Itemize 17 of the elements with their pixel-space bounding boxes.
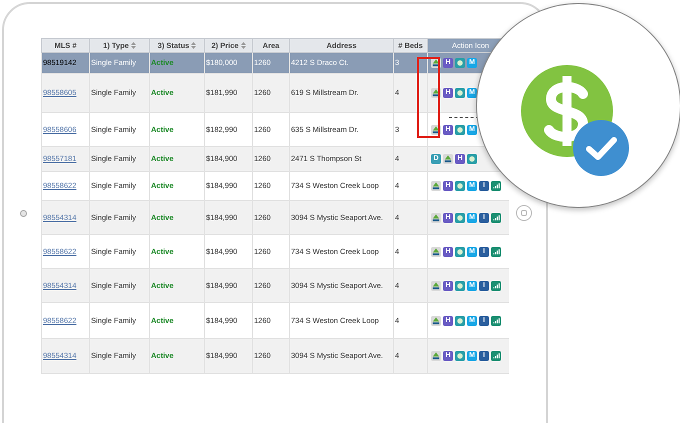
tree-icon[interactable] <box>431 351 441 361</box>
bar-chart-icon[interactable] <box>491 181 501 191</box>
bar-chart-icon[interactable] <box>491 351 501 361</box>
tree-icon[interactable] <box>443 154 453 164</box>
tree-icon[interactable] <box>431 280 441 290</box>
bar-chart-icon[interactable] <box>491 246 501 256</box>
bar-chart-icon[interactable] <box>491 280 501 290</box>
tree-icon[interactable] <box>431 181 441 191</box>
tree-icon[interactable] <box>431 246 441 256</box>
sort-icon[interactable] <box>191 42 196 50</box>
bar-chart-icon[interactable] <box>491 316 501 326</box>
bar-chart-icon[interactable] <box>491 212 501 222</box>
checkmark-badge-icon <box>573 120 629 176</box>
tree-icon[interactable] <box>431 212 441 222</box>
sort-icon[interactable] <box>240 42 246 50</box>
sort-icon[interactable] <box>130 42 136 50</box>
tree-icon[interactable] <box>431 316 441 326</box>
